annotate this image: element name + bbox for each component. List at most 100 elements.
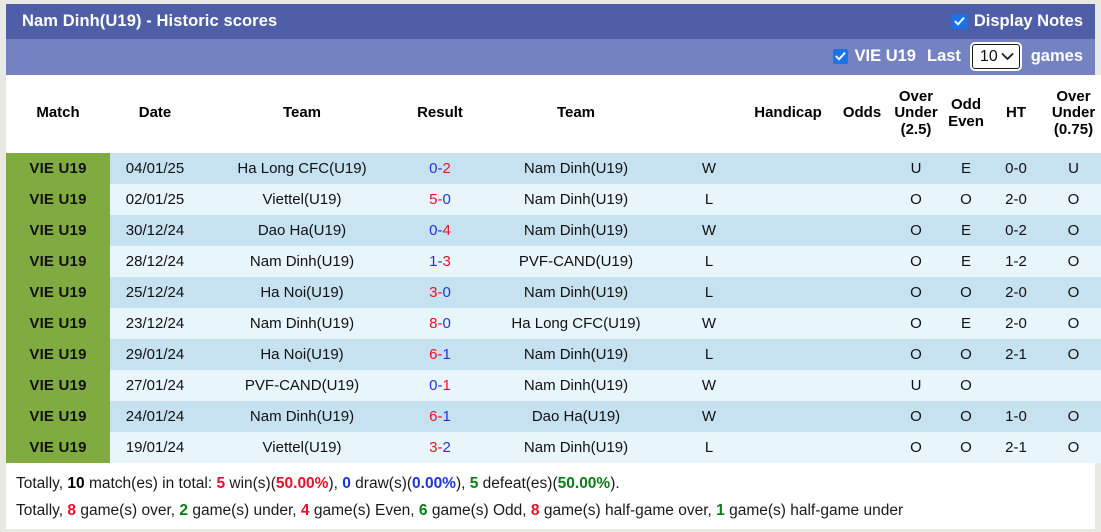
cell-match: VIE U19: [6, 339, 110, 370]
cell-handicap: [742, 215, 834, 246]
display-notes-checkbox[interactable]: [952, 14, 967, 29]
cell-team-away: Dao Ha(U19): [476, 401, 676, 432]
cell-match: VIE U19: [6, 277, 110, 308]
cell-over-under-25: O: [890, 401, 942, 432]
cell-winloss: W: [676, 401, 742, 432]
cell-match: VIE U19: [6, 370, 110, 401]
cell-team-home: Ha Long CFC(U19): [200, 153, 404, 184]
games-count-select[interactable]: 10: [972, 44, 1020, 69]
table-row[interactable]: VIE U1927/01/24PVF-CAND(U19)0-1Nam Dinh(…: [6, 370, 1101, 401]
cell-date: 28/12/24: [110, 246, 200, 277]
summary-text: game(s) under,: [188, 502, 301, 519]
table-row[interactable]: VIE U1924/01/24Nam Dinh(U19)6-1Dao Ha(U1…: [6, 401, 1101, 432]
cell-result: 5-0: [404, 184, 476, 215]
col-header-line: Under: [892, 105, 940, 122]
cell-over-under-075: O: [1042, 215, 1101, 246]
col-header-line: Over: [1044, 89, 1101, 106]
cell-odd-even: O: [942, 401, 990, 432]
score-home: 0: [429, 377, 437, 394]
cell-team-away: Nam Dinh(U19): [476, 215, 676, 246]
table-row[interactable]: VIE U1929/01/24Ha Noi(U19)6-1Nam Dinh(U1…: [6, 339, 1101, 370]
cell-odd-even: E: [942, 308, 990, 339]
col-header-result: Result: [404, 75, 476, 153]
score-away: 0: [443, 315, 451, 332]
summary-prefix: Totally,: [16, 502, 67, 519]
summary-even: 4: [301, 502, 310, 519]
cell-winloss: L: [676, 277, 742, 308]
table-body: VIE U1904/01/25Ha Long CFC(U19)0-2Nam Di…: [6, 153, 1101, 463]
cell-ht: 0-0: [990, 153, 1042, 184]
cell-match: VIE U19: [6, 432, 110, 463]
table-row[interactable]: VIE U1923/12/24Nam Dinh(U19)8-0Ha Long C…: [6, 308, 1101, 339]
games-count-value: 10: [980, 49, 998, 65]
col-header-match: Match: [6, 75, 110, 153]
summary-text: game(s) Even,: [310, 502, 419, 519]
score-home: 8: [429, 315, 437, 332]
score-home: 5: [429, 191, 437, 208]
table-row[interactable]: VIE U1919/01/24Viettel(U19)3-2Nam Dinh(U…: [6, 432, 1101, 463]
summary-text: defeat(es)(: [478, 475, 557, 492]
col-header-line: Over: [892, 89, 940, 106]
cell-match: VIE U19: [6, 401, 110, 432]
table-row[interactable]: VIE U1930/12/24Dao Ha(U19)0-4Nam Dinh(U1…: [6, 215, 1101, 246]
summary-draw-pct: 0.00%: [412, 475, 456, 492]
cell-odds: [834, 153, 890, 184]
score-away: 1: [443, 346, 451, 363]
games-label: games: [1031, 47, 1083, 66]
cell-ht: 1-0: [990, 401, 1042, 432]
cell-odd-even: E: [942, 153, 990, 184]
summary-line-results: Totally, 10 match(es) in total: 5 win(s)…: [14, 470, 1087, 500]
table-row[interactable]: VIE U1904/01/25Ha Long CFC(U19)0-2Nam Di…: [6, 153, 1101, 184]
cell-over-under-075: O: [1042, 246, 1101, 277]
cell-handicap: [742, 184, 834, 215]
score-away: 4: [443, 222, 451, 239]
cell-team-home: Nam Dinh(U19): [200, 401, 404, 432]
cell-winloss: L: [676, 246, 742, 277]
cell-over-under-25: U: [890, 153, 942, 184]
cell-ht: 2-1: [990, 432, 1042, 463]
cell-ht: 2-0: [990, 184, 1042, 215]
cell-over-under-075: [1042, 370, 1101, 401]
display-notes-label: Display Notes: [974, 12, 1083, 31]
cell-over-under-25: O: [890, 432, 942, 463]
cell-result: 8-0: [404, 308, 476, 339]
summary-text: match(es) in total:: [85, 475, 217, 492]
score-away: 1: [443, 377, 451, 394]
historic-scores-panel: Nam Dinh(U19) - Historic scores Display …: [6, 4, 1095, 529]
cell-team-away: Nam Dinh(U19): [476, 153, 676, 184]
cell-result: 3-2: [404, 432, 476, 463]
col-header-line: (0.75): [1044, 122, 1101, 139]
cell-odds: [834, 370, 890, 401]
cell-handicap: [742, 339, 834, 370]
table-row[interactable]: VIE U1902/01/25Viettel(U19)5-0Nam Dinh(U…: [6, 184, 1101, 215]
summary-draws: 0: [342, 475, 351, 492]
historic-scores-table-wrap: Match Date Team Result Team Handicap Odd…: [6, 75, 1095, 463]
cell-winloss: W: [676, 370, 742, 401]
cell-ht: 2-1: [990, 339, 1042, 370]
cell-handicap: [742, 370, 834, 401]
cell-odds: [834, 401, 890, 432]
table-row[interactable]: VIE U1928/12/24Nam Dinh(U19)1-3PVF-CAND(…: [6, 246, 1101, 277]
cell-over-under-25: O: [890, 215, 942, 246]
score-home: 0: [429, 160, 437, 177]
table-row[interactable]: VIE U1925/12/24Ha Noi(U19)3-0Nam Dinh(U1…: [6, 277, 1101, 308]
col-header-odd-even: Odd Even: [942, 75, 990, 153]
cell-over-under-25: O: [890, 277, 942, 308]
summary-half-over: 8: [531, 502, 540, 519]
summary-wins: 5: [216, 475, 225, 492]
cell-odd-even: O: [942, 184, 990, 215]
cell-handicap: [742, 308, 834, 339]
cell-date: 23/12/24: [110, 308, 200, 339]
cell-team-away: Nam Dinh(U19): [476, 339, 676, 370]
cell-ht: 1-2: [990, 246, 1042, 277]
league-checkbox[interactable]: [833, 49, 848, 64]
cell-match: VIE U19: [6, 184, 110, 215]
cell-team-away: Nam Dinh(U19): [476, 184, 676, 215]
cell-over-under-075: U: [1042, 153, 1101, 184]
col-header-over-under-075: Over Under (0.75): [1042, 75, 1101, 153]
col-header-team-away: Team: [476, 75, 676, 153]
cell-date: 04/01/25: [110, 153, 200, 184]
col-header-line: Even: [944, 114, 988, 131]
cell-over-under-075: O: [1042, 277, 1101, 308]
last-label: Last: [927, 47, 961, 66]
